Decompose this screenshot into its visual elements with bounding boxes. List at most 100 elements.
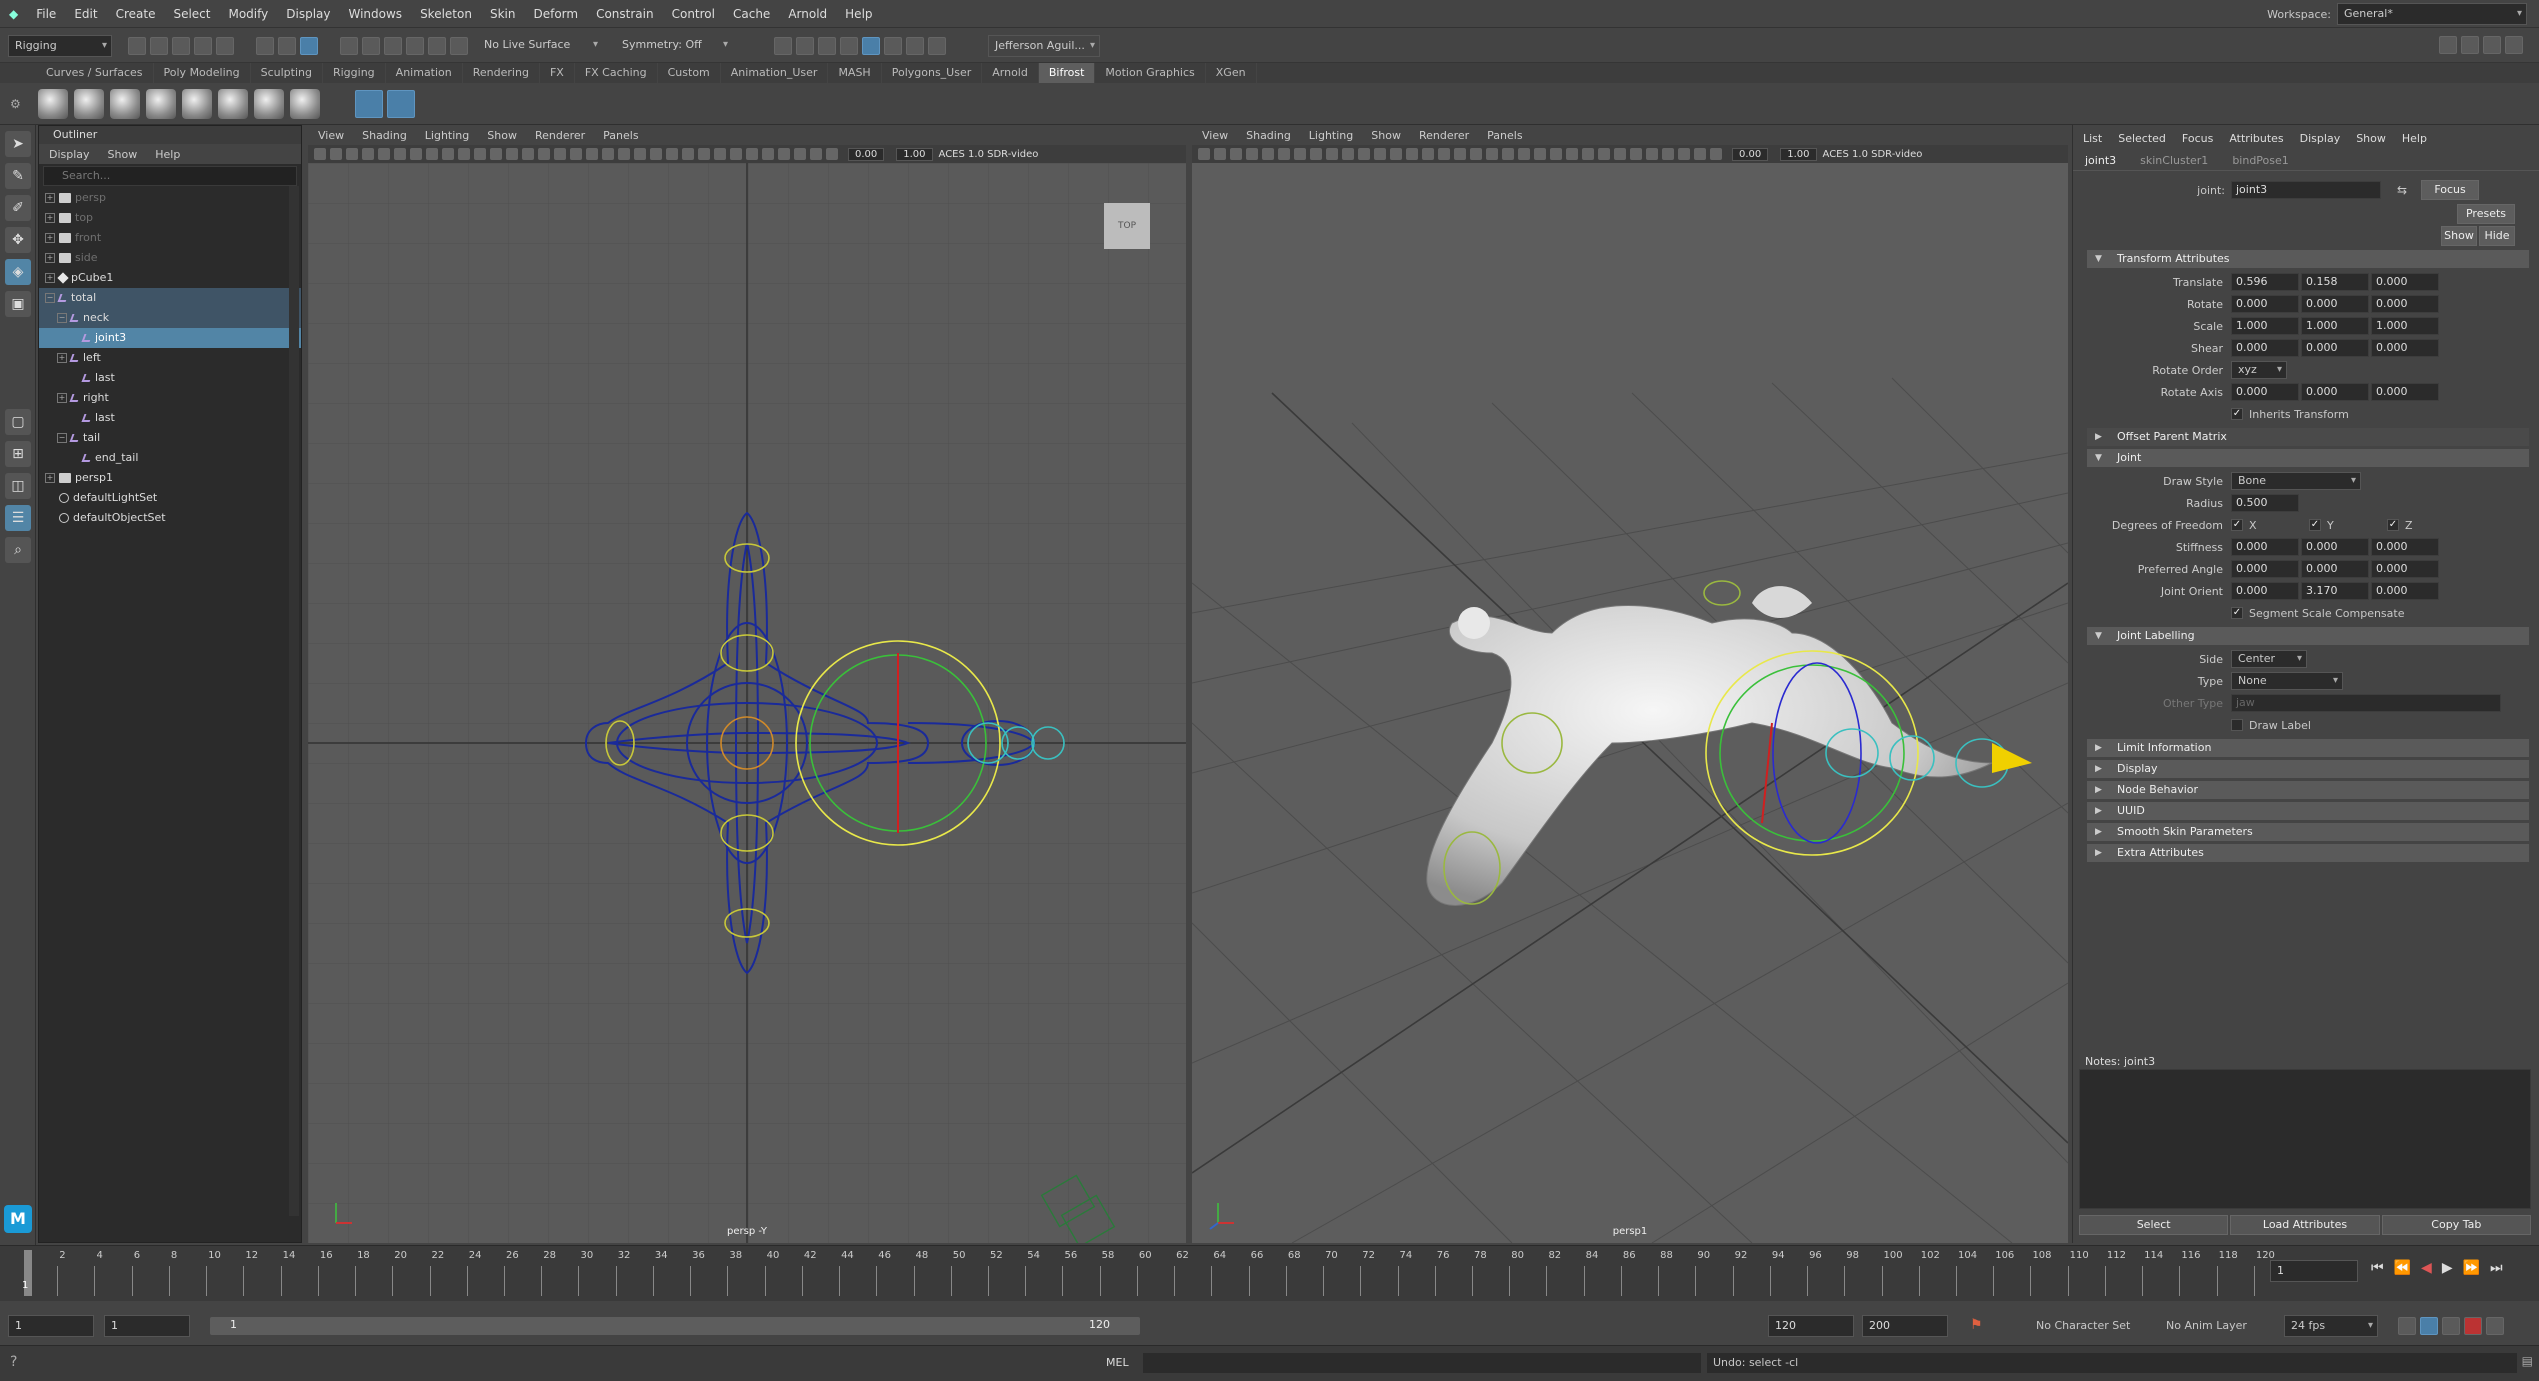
shelf-tab-fx[interactable]: FX	[540, 63, 575, 83]
outliner-node[interactable]: − tail	[39, 428, 301, 448]
lasso-tool-icon[interactable]: ✎	[5, 163, 31, 189]
shelf-tool-5-icon[interactable]	[181, 88, 212, 119]
expand-toggle-icon[interactable]: −	[57, 433, 67, 443]
anim-end-field[interactable]: 120	[1768, 1315, 1854, 1337]
menu-control[interactable]: Control	[663, 0, 724, 28]
channel-box-icon[interactable]	[2505, 36, 2523, 54]
redo-icon[interactable]	[216, 36, 234, 55]
maya-home-icon[interactable]: M	[4, 1205, 32, 1233]
joint-orient-x-field[interactable]: 0.000	[2231, 582, 2299, 600]
view-cube[interactable]: TOP	[1104, 203, 1150, 249]
menu-select[interactable]: Select	[164, 0, 219, 28]
menu-modify[interactable]: Modify	[219, 0, 277, 28]
section-display[interactable]: Display	[2087, 760, 2529, 778]
snap-curve-icon[interactable]	[362, 36, 380, 55]
outliner-node[interactable]: defaultObjectSet	[39, 508, 301, 528]
shelf-tool-7-icon[interactable]	[253, 88, 284, 119]
range-slider[interactable]: 1 120	[210, 1317, 1140, 1335]
dof-x-checkbox[interactable]: ✓	[2231, 519, 2243, 531]
viewport-menu-shading[interactable]: Shading	[1246, 129, 1291, 142]
outliner-node[interactable]: + left	[39, 348, 301, 368]
shelf-tool-3-icon[interactable]	[109, 88, 140, 119]
rotate-axis-x-field[interactable]: 0.000	[2231, 383, 2299, 401]
outliner-node[interactable]: − total	[39, 288, 301, 308]
menu-edit[interactable]: Edit	[65, 0, 106, 28]
menu-windows[interactable]: Windows	[339, 0, 411, 28]
stiffness-x-field[interactable]: 0.000	[2231, 538, 2299, 556]
radius-field[interactable]: 0.500	[2231, 494, 2299, 512]
scale-y-field[interactable]: 1.000	[2301, 317, 2369, 335]
ae-menu-selected[interactable]: Selected	[2118, 132, 2166, 145]
shelf-tool-1-icon[interactable]	[37, 88, 68, 119]
shelf-tab-xgen[interactable]: XGen	[1206, 63, 1257, 83]
stiffness-y-field[interactable]: 0.000	[2301, 538, 2369, 556]
shelf-tab-poly-modeling[interactable]: Poly Modeling	[154, 63, 251, 83]
search-icon[interactable]: ⌕	[5, 537, 31, 563]
ipr-render-icon[interactable]	[818, 36, 836, 55]
focus-button[interactable]: Focus	[2421, 180, 2480, 200]
shelf-tool-6-icon[interactable]	[217, 88, 248, 119]
command-input[interactable]	[1142, 1352, 1702, 1374]
load-node-icon[interactable]: ⇆	[2397, 183, 2407, 197]
outliner-node[interactable]: + right	[39, 388, 301, 408]
outliner-node[interactable]: last	[39, 368, 301, 388]
help-icon[interactable]: ?	[10, 1354, 17, 1370]
draw-style-dropdown[interactable]: Bone	[2231, 472, 2361, 490]
viewport-menu-show[interactable]: Show	[1371, 129, 1401, 142]
outliner-menu-show[interactable]: Show	[108, 148, 138, 161]
offset-parent-matrix-section[interactable]: Offset Parent Matrix	[2087, 428, 2529, 446]
outliner-node[interactable]: last	[39, 408, 301, 428]
shelf-tab-polygons-user[interactable]: Polygons_User	[882, 63, 983, 83]
section-uuid[interactable]: UUID	[2087, 802, 2529, 820]
shelf-tab-sculpting[interactable]: Sculpting	[251, 63, 323, 83]
single-perspective-layout-icon[interactable]: ▢	[5, 409, 31, 435]
rotate-axis-y-field[interactable]: 0.000	[2301, 383, 2369, 401]
expand-toggle-icon[interactable]: +	[45, 473, 55, 483]
expand-toggle-icon[interactable]: +	[57, 353, 67, 363]
step-back-frame-icon[interactable]: ◀	[2421, 1260, 2432, 1276]
shelf-tab-bifrost[interactable]: Bifrost	[1038, 63, 1096, 83]
viewport-menu-shading[interactable]: Shading	[362, 129, 407, 142]
shelf-tool-2-icon[interactable]	[73, 88, 104, 119]
script-editor-icon[interactable]: ▤	[2522, 1354, 2533, 1368]
viewport-top-canvas[interactable]: TOP persp -Y	[308, 163, 1186, 1243]
playback-speed-icon[interactable]	[2420, 1317, 2438, 1335]
shelf-tab-arnold[interactable]: Arnold	[982, 63, 1039, 83]
shelf-tab-custom[interactable]: Custom	[658, 63, 721, 83]
outliner-menu-help[interactable]: Help	[155, 148, 180, 161]
viewport-top[interactable]: View Shading Lighting Show Renderer Panels 0.…	[308, 125, 1186, 1243]
joint-section[interactable]: Joint	[2087, 449, 2529, 467]
preferences-icon[interactable]	[2486, 1317, 2504, 1335]
snap-grid-icon[interactable]	[340, 36, 358, 55]
menu-display[interactable]: Display	[277, 0, 339, 28]
menu-file[interactable]: File	[27, 0, 65, 28]
translate-x-field[interactable]: 0.596	[2231, 273, 2299, 291]
move-tool-icon[interactable]: ✥	[5, 227, 31, 253]
tool-settings-icon[interactable]	[2483, 36, 2501, 54]
expand-toggle-icon[interactable]: −	[57, 313, 67, 323]
expand-toggle-icon[interactable]: +	[45, 253, 55, 263]
start-time-field[interactable]: 1	[8, 1315, 94, 1337]
ae-tab-bindpose1[interactable]: bindPose1	[2232, 154, 2288, 167]
outliner-node[interactable]: − neck	[39, 308, 301, 328]
viewport-menu-renderer[interactable]: Renderer	[535, 129, 585, 142]
shelf-tool-8-icon[interactable]	[289, 88, 320, 119]
scale-tool-icon[interactable]: ▣	[5, 291, 31, 317]
section-extra-attributes[interactable]: Extra Attributes	[2087, 844, 2529, 862]
shear-x-field[interactable]: 0.000	[2231, 339, 2299, 357]
time-slider[interactable]: 2 4 6 8 10 12 14 16 18 20 22 24 26 28 30 32 34 36 38 40 42 44…	[0, 1245, 2539, 1301]
ae-tab-skincluster1[interactable]: skinCluster1	[2140, 154, 2208, 167]
outliner-node[interactable]: + pCube1	[39, 268, 301, 288]
preferred-angle-y-field[interactable]: 0.000	[2301, 560, 2369, 578]
shelf-bifrost-browser-icon[interactable]	[386, 89, 415, 118]
section-node-behavior[interactable]: Node Behavior	[2087, 781, 2529, 799]
workspace-dropdown[interactable]: General*	[2337, 3, 2527, 25]
rotate-y-field[interactable]: 0.000	[2301, 295, 2369, 313]
viewport-menu-renderer[interactable]: Renderer	[1419, 129, 1469, 142]
snap-surface-icon[interactable]	[428, 36, 446, 55]
select-hierarchy-icon[interactable]	[256, 36, 274, 55]
rotate-axis-z-field[interactable]: 0.000	[2371, 383, 2439, 401]
scale-x-field[interactable]: 1.000	[2231, 317, 2299, 335]
shelf-tab-rigging[interactable]: Rigging	[323, 63, 386, 83]
hide-button[interactable]: Hide	[2479, 226, 2515, 246]
